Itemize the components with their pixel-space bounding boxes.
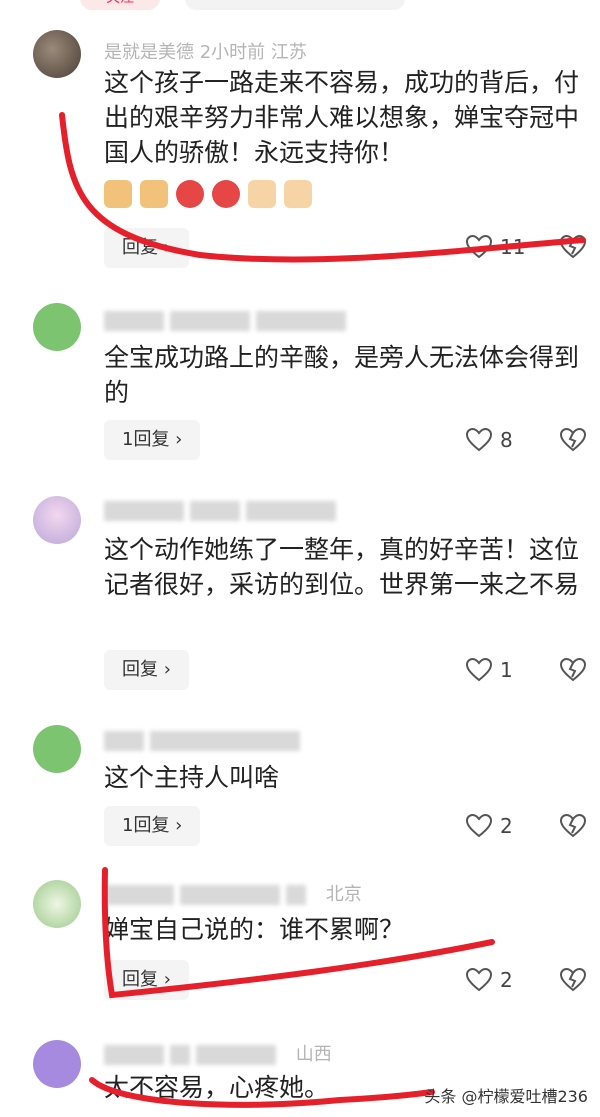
rose-emoji: [212, 180, 240, 208]
comment-text: 这个主持人叫啥: [104, 763, 280, 792]
like-button[interactable]: 2: [466, 814, 513, 838]
location-label: 北京: [325, 884, 362, 905]
blurred-username: [104, 1045, 164, 1065]
thumbs-up-emoji: [104, 180, 132, 208]
heart-icon: [466, 235, 492, 259]
like-count: 2: [500, 968, 513, 992]
dislike-broken-heart-icon: [560, 968, 586, 992]
reply-button[interactable]: 回复 ›: [104, 650, 189, 690]
praying-hands-emoji: [284, 180, 312, 208]
blurred-username: [246, 501, 336, 521]
blurred-username: [256, 311, 346, 331]
like-count: 8: [500, 428, 513, 452]
dislike-broken-heart-icon: [560, 428, 586, 452]
comment-text: 婵宝自己说的：谁不累啊？: [104, 915, 405, 944]
avatar[interactable]: [33, 496, 81, 544]
like-count: 2: [500, 814, 513, 838]
dislike-button[interactable]: [560, 814, 586, 838]
like-button[interactable]: 2: [466, 968, 513, 992]
blurred-username: [104, 501, 184, 521]
avatar[interactable]: [33, 30, 81, 78]
dislike-broken-heart-icon: [560, 658, 586, 682]
like-count: 1: [500, 658, 513, 682]
comment-text: 全宝成功路上的辛酸，是旁人无法体会得到的: [104, 343, 580, 407]
blurred-username: [104, 731, 144, 751]
reply-button[interactable]: 回复 ›: [104, 228, 189, 268]
meta-text: 是就是美德 2小时前 江苏: [104, 42, 307, 63]
like-button[interactable]: 8: [466, 428, 513, 452]
reply-button[interactable]: 回复 ›: [104, 960, 189, 1000]
comment-meta: [104, 730, 306, 751]
blurred-username: [170, 311, 250, 331]
dislike-button[interactable]: [560, 658, 586, 682]
reply-button[interactable]: 1回复 ›: [104, 420, 201, 460]
like-button[interactable]: 11: [466, 235, 525, 259]
dislike-button[interactable]: [560, 428, 586, 452]
heart-icon: [466, 814, 492, 838]
watermark: 头条 @柠檬爱吐槽236: [424, 1087, 588, 1106]
avatar[interactable]: [33, 303, 81, 351]
blurred-username: [150, 731, 300, 751]
follow-button[interactable]: 关注: [80, 0, 160, 10]
dislike-broken-heart-icon: [560, 814, 586, 838]
comment-meta: 北京: [104, 880, 362, 906]
top-pill: [185, 0, 405, 10]
like-button[interactable]: 1: [466, 658, 513, 682]
heart-icon: [466, 428, 492, 452]
comment-meta: 山西: [104, 1040, 332, 1066]
comment-text: 这个孩子一路走来不容易，成功的背后，付出的艰辛努力非常人难以想象，婵宝夺冠中国人…: [104, 68, 580, 167]
rose-emoji: [176, 180, 204, 208]
emoji-row: [104, 180, 320, 208]
comment-meta: 是就是美德 2小时前 江苏: [104, 38, 307, 64]
avatar[interactable]: [33, 725, 81, 773]
blurred-username: [104, 311, 164, 331]
blurred-username: [286, 885, 306, 905]
thumbs-up-emoji: [140, 180, 168, 208]
blurred-username: [196, 1045, 276, 1065]
comment-text: 这个动作她练了一整年，真的好辛苦！这位记者很好，采访的到位。世界第一来之不易: [104, 535, 580, 599]
blurred-username: [180, 885, 280, 905]
location-label: 山西: [295, 1044, 332, 1065]
comment-meta: [104, 310, 352, 331]
dislike-button[interactable]: [560, 968, 586, 992]
dislike-broken-heart-icon: [560, 235, 586, 259]
praying-hands-emoji: [248, 180, 276, 208]
blurred-username: [104, 885, 174, 905]
reply-button[interactable]: 1回复 ›: [104, 806, 201, 846]
dislike-button[interactable]: [560, 235, 586, 259]
comment-meta: [104, 500, 342, 521]
heart-icon: [466, 968, 492, 992]
blurred-username: [170, 1045, 190, 1065]
avatar[interactable]: [33, 1040, 81, 1088]
top-bar: 关注: [0, 0, 600, 14]
like-count: 11: [500, 235, 526, 259]
blurred-username: [190, 501, 240, 521]
heart-icon: [466, 658, 492, 682]
avatar[interactable]: [33, 880, 81, 928]
